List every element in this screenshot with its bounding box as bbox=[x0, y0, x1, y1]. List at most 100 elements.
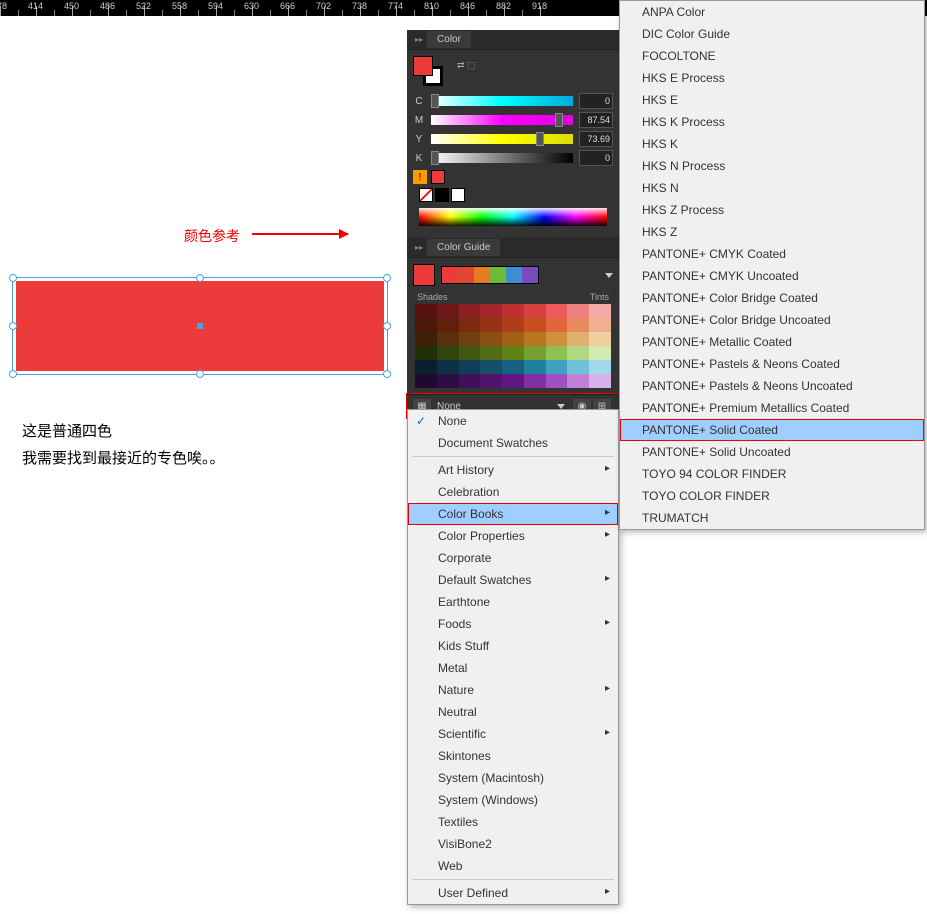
swatch[interactable] bbox=[437, 304, 459, 318]
gamut-swatch[interactable] bbox=[431, 170, 445, 184]
swatch[interactable] bbox=[480, 304, 502, 318]
menu-item[interactable]: System (Macintosh) bbox=[408, 767, 618, 789]
menu-item[interactable]: System (Windows) bbox=[408, 789, 618, 811]
swatch[interactable] bbox=[502, 346, 524, 360]
submenu-item[interactable]: HKS K bbox=[620, 133, 924, 155]
swatch[interactable] bbox=[437, 318, 459, 332]
color-guide-tab[interactable]: Color Guide bbox=[427, 239, 500, 256]
menu-item[interactable]: Metal bbox=[408, 657, 618, 679]
slider-value-input[interactable] bbox=[579, 131, 613, 147]
submenu-item[interactable]: TOYO 94 COLOR FINDER bbox=[620, 463, 924, 485]
handle-icon[interactable] bbox=[196, 274, 204, 282]
slider-value-input[interactable] bbox=[579, 112, 613, 128]
swatch[interactable] bbox=[502, 374, 524, 388]
swatch[interactable] bbox=[502, 360, 524, 374]
chevron-down-icon[interactable] bbox=[605, 273, 613, 278]
swatch[interactable] bbox=[459, 304, 481, 318]
swatch[interactable] bbox=[459, 332, 481, 346]
slider-track[interactable] bbox=[431, 115, 573, 125]
submenu-item[interactable]: PANTONE+ Premium Metallics Coated bbox=[620, 397, 924, 419]
swatch[interactable] bbox=[589, 360, 611, 374]
none-swatch-icon[interactable] bbox=[419, 188, 433, 202]
menu-item[interactable]: Web bbox=[408, 855, 618, 877]
submenu-item[interactable]: PANTONE+ Color Bridge Coated bbox=[620, 287, 924, 309]
submenu-item[interactable]: PANTONE+ Solid Coated bbox=[620, 419, 924, 441]
menu-item[interactable]: Default Swatches bbox=[408, 569, 618, 591]
swatch[interactable] bbox=[524, 304, 546, 318]
menu-item-none[interactable]: None bbox=[408, 410, 618, 432]
menu-item[interactable]: Kids Stuff bbox=[408, 635, 618, 657]
handle-icon[interactable] bbox=[196, 370, 204, 378]
swatch[interactable] bbox=[415, 374, 437, 388]
swatch[interactable] bbox=[546, 332, 568, 346]
swatch[interactable] bbox=[502, 304, 524, 318]
swatch[interactable] bbox=[546, 346, 568, 360]
swatch[interactable] bbox=[524, 318, 546, 332]
slider-value-input[interactable] bbox=[579, 150, 613, 166]
menu-item[interactable]: Textiles bbox=[408, 811, 618, 833]
swatch[interactable] bbox=[589, 318, 611, 332]
swatch[interactable] bbox=[415, 332, 437, 346]
handle-icon[interactable] bbox=[383, 322, 391, 330]
slider-value-input[interactable] bbox=[579, 93, 613, 109]
swatch[interactable] bbox=[567, 346, 589, 360]
menu-item-user-defined[interactable]: User Defined bbox=[408, 882, 618, 904]
swatch[interactable] bbox=[480, 318, 502, 332]
submenu-item[interactable]: HKS K Process bbox=[620, 111, 924, 133]
swap-icon[interactable]: ⇄ ⬚ bbox=[457, 60, 476, 71]
handle-icon[interactable] bbox=[9, 370, 17, 378]
menu-item[interactable]: Celebration bbox=[408, 481, 618, 503]
swatch[interactable] bbox=[437, 360, 459, 374]
submenu-item[interactable]: PANTONE+ Solid Uncoated bbox=[620, 441, 924, 463]
harmony-strip[interactable] bbox=[441, 266, 539, 284]
menu-item[interactable]: Nature bbox=[408, 679, 618, 701]
white-swatch-icon[interactable] bbox=[451, 188, 465, 202]
swatch[interactable] bbox=[546, 360, 568, 374]
submenu-item[interactable]: HKS Z bbox=[620, 221, 924, 243]
swatch[interactable] bbox=[459, 374, 481, 388]
swatch[interactable] bbox=[480, 374, 502, 388]
swatch[interactable] bbox=[567, 304, 589, 318]
swatch[interactable] bbox=[567, 318, 589, 332]
swatch[interactable] bbox=[546, 304, 568, 318]
swatch[interactable] bbox=[589, 346, 611, 360]
menu-item[interactable]: Scientific bbox=[408, 723, 618, 745]
submenu-item[interactable]: PANTONE+ CMYK Uncoated bbox=[620, 265, 924, 287]
black-swatch-icon[interactable] bbox=[435, 188, 449, 202]
warning-icon[interactable]: ! bbox=[413, 170, 427, 184]
submenu-item[interactable]: HKS N Process bbox=[620, 155, 924, 177]
spectrum-picker[interactable] bbox=[419, 208, 607, 226]
submenu-item[interactable]: DIC Color Guide bbox=[620, 23, 924, 45]
handle-icon[interactable] bbox=[383, 274, 391, 282]
swatch[interactable] bbox=[567, 332, 589, 346]
menu-item[interactable]: Corporate bbox=[408, 547, 618, 569]
menu-item[interactable]: Earthtone bbox=[408, 591, 618, 613]
handle-icon[interactable] bbox=[383, 370, 391, 378]
handle-icon[interactable] bbox=[9, 274, 17, 282]
swatch[interactable] bbox=[415, 360, 437, 374]
swatch[interactable] bbox=[459, 360, 481, 374]
submenu-item[interactable]: HKS E Process bbox=[620, 67, 924, 89]
menu-item[interactable]: Foods bbox=[408, 613, 618, 635]
submenu-item[interactable]: PANTONE+ Pastels & Neons Uncoated bbox=[620, 375, 924, 397]
swatch[interactable] bbox=[480, 332, 502, 346]
swatch[interactable] bbox=[524, 374, 546, 388]
base-color-swatch[interactable] bbox=[413, 264, 435, 286]
swatch[interactable] bbox=[459, 346, 481, 360]
menu-item[interactable]: Skintones bbox=[408, 745, 618, 767]
swatch[interactable] bbox=[415, 318, 437, 332]
submenu-item[interactable]: ANPA Color bbox=[620, 1, 924, 23]
slider-track[interactable] bbox=[431, 96, 573, 106]
submenu-item[interactable]: PANTONE+ Color Bridge Uncoated bbox=[620, 309, 924, 331]
menu-item[interactable]: Color Properties bbox=[408, 525, 618, 547]
fill-swatch[interactable] bbox=[413, 56, 433, 76]
swatch-grid[interactable] bbox=[413, 304, 613, 388]
swatch[interactable] bbox=[524, 360, 546, 374]
menu-item[interactable]: Art History bbox=[408, 459, 618, 481]
submenu-item[interactable]: TRUMATCH bbox=[620, 507, 924, 529]
swatch[interactable] bbox=[567, 374, 589, 388]
swatch[interactable] bbox=[459, 318, 481, 332]
menu-item-document-swatches[interactable]: Document Swatches bbox=[408, 432, 618, 454]
color-tab[interactable]: Color bbox=[427, 31, 471, 48]
swatch[interactable] bbox=[437, 346, 459, 360]
